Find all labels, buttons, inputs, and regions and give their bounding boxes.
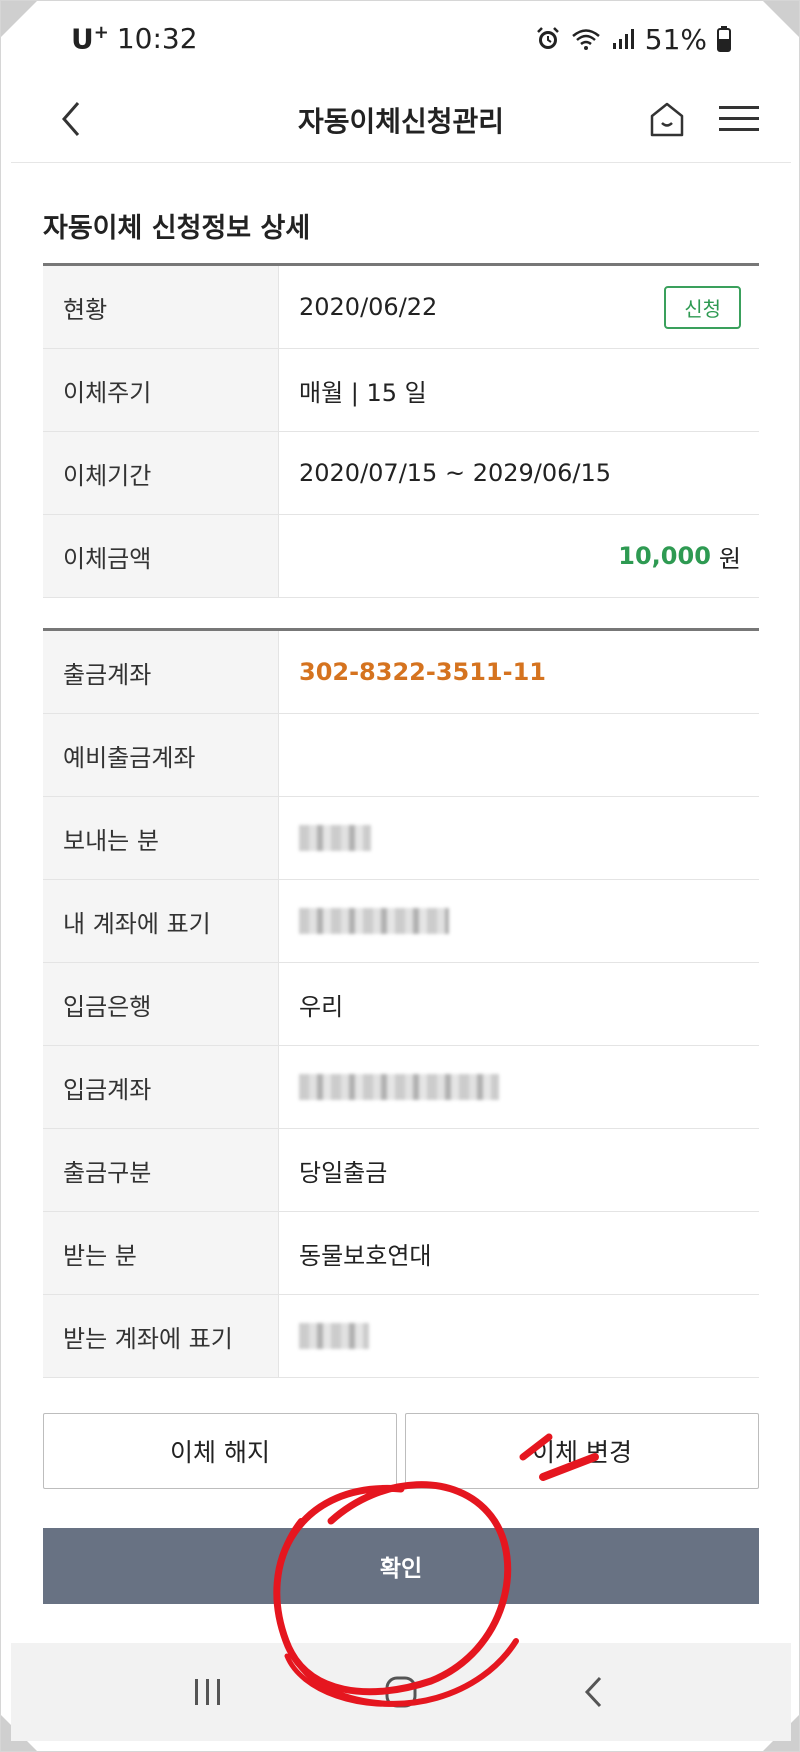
section-title: 자동이체 신청정보 상세	[43, 213, 311, 244]
back-button[interactable]	[47, 95, 95, 143]
bank-label: 입금은행	[43, 963, 279, 1045]
period-value: 2020/07/15 ~ 2029/06/15	[299, 459, 612, 487]
wifi-icon	[571, 27, 601, 51]
cancel-transfer-button[interactable]: 이체 해지	[43, 1413, 397, 1489]
status-date: 2020/06/22	[299, 293, 438, 321]
withdraw-account-value[interactable]: 302-8322-3511-11	[299, 658, 546, 686]
home-circle-icon	[385, 1676, 417, 1708]
home-icon	[650, 102, 684, 137]
withdraw-account-cell: 302-8322-3511-11	[279, 631, 759, 713]
cycle-value: 매월 | 15 일	[299, 378, 427, 407]
sender-cell	[279, 797, 759, 879]
table-row: 입금계좌	[43, 1046, 759, 1129]
home-nav-button[interactable]	[371, 1662, 431, 1722]
withdraw-type-label: 출금구분	[43, 1129, 279, 1211]
status-badge: 신청	[664, 285, 741, 329]
redacted-deposit-account	[299, 1074, 499, 1100]
deposit-account-cell	[279, 1046, 759, 1128]
backup-account-label: 예비출금계좌	[43, 714, 279, 796]
recent-apps-button[interactable]	[178, 1662, 238, 1722]
carrier-label: U+	[71, 22, 109, 56]
status-cell: 2020/06/22 신청	[279, 266, 759, 348]
table-row: 이체주기 매월 | 15 일	[43, 349, 759, 432]
recipient-memo-label: 받는 계좌에 표기	[43, 1295, 279, 1377]
table-row: 현황 2020/06/22 신청	[43, 266, 759, 349]
hamburger-menu-icon	[719, 106, 759, 131]
redacted-my-memo	[299, 908, 449, 934]
my-memo-label: 내 계좌에 표기	[43, 880, 279, 962]
amount-cell: 10,000 원	[279, 515, 759, 597]
sender-label: 보내는 분	[43, 797, 279, 879]
status-bar: U+ 10:32 51%	[1, 1, 799, 77]
withdraw-type-value: 당일출금	[299, 1158, 388, 1187]
menu-button[interactable]	[711, 95, 767, 143]
deposit-account-label: 입금계좌	[43, 1046, 279, 1128]
alarm-icon	[535, 26, 561, 52]
table-row: 예비출금계좌	[43, 714, 759, 797]
summary-table: 현황 2020/06/22 신청 이체주기 매월 | 15 일 이체기간 202…	[43, 263, 759, 598]
cycle-label: 이체주기	[43, 349, 279, 431]
confirm-button[interactable]: 확인	[43, 1528, 759, 1604]
withdraw-account-label: 출금계좌	[43, 631, 279, 713]
backup-account-value	[279, 714, 759, 796]
app-header: 자동이체신청관리	[11, 77, 791, 163]
recipient-memo-cell	[279, 1295, 759, 1377]
status-label: 현황	[43, 266, 279, 348]
chevron-left-icon	[62, 102, 80, 136]
table-row: 이체기간 2020/07/15 ~ 2029/06/15	[43, 432, 759, 515]
period-label: 이체기간	[43, 432, 279, 514]
table-row: 내 계좌에 표기	[43, 880, 759, 963]
signal-icon	[611, 27, 635, 51]
details-table: 출금계좌 302-8322-3511-11 예비출금계좌 보내는 분 내 계좌에…	[43, 628, 759, 1378]
status-time: 10:32	[116, 22, 198, 56]
back-icon	[585, 1676, 602, 1708]
table-row: 출금계좌 302-8322-3511-11	[43, 631, 759, 714]
table-row: 받는 분 동물보호연대	[43, 1212, 759, 1295]
amount-value: 10,000	[618, 542, 711, 570]
my-memo-cell	[279, 880, 759, 962]
battery-percent: 51%	[644, 22, 707, 56]
bank-value: 우리	[299, 992, 344, 1021]
table-row: 보내는 분	[43, 797, 759, 880]
table-row: 받는 계좌에 표기	[43, 1295, 759, 1378]
battery-icon	[717, 26, 731, 52]
back-nav-button[interactable]	[564, 1662, 624, 1722]
table-row: 입금은행 우리	[43, 963, 759, 1046]
recent-apps-icon	[194, 1679, 220, 1705]
redacted-recipient-memo	[299, 1323, 369, 1349]
table-row: 출금구분 당일출금	[43, 1129, 759, 1212]
table-row: 이체금액 10,000 원	[43, 515, 759, 598]
recipient-label: 받는 분	[43, 1212, 279, 1294]
amount-label: 이체금액	[43, 515, 279, 597]
home-button[interactable]	[643, 95, 691, 143]
change-transfer-button[interactable]: 이체 변경	[405, 1413, 759, 1489]
redacted-sender	[299, 825, 371, 851]
recipient-value: 동물보호연대	[299, 1241, 432, 1270]
amount-unit: 원	[718, 544, 741, 573]
system-nav-bar	[11, 1643, 791, 1741]
screenshot-frame: U+ 10:32 51% 자동이체신청관리 자동이체 신청정보 상세 현황 20…	[0, 0, 800, 1752]
action-buttons: 이체 해지 이체 변경	[43, 1413, 759, 1489]
